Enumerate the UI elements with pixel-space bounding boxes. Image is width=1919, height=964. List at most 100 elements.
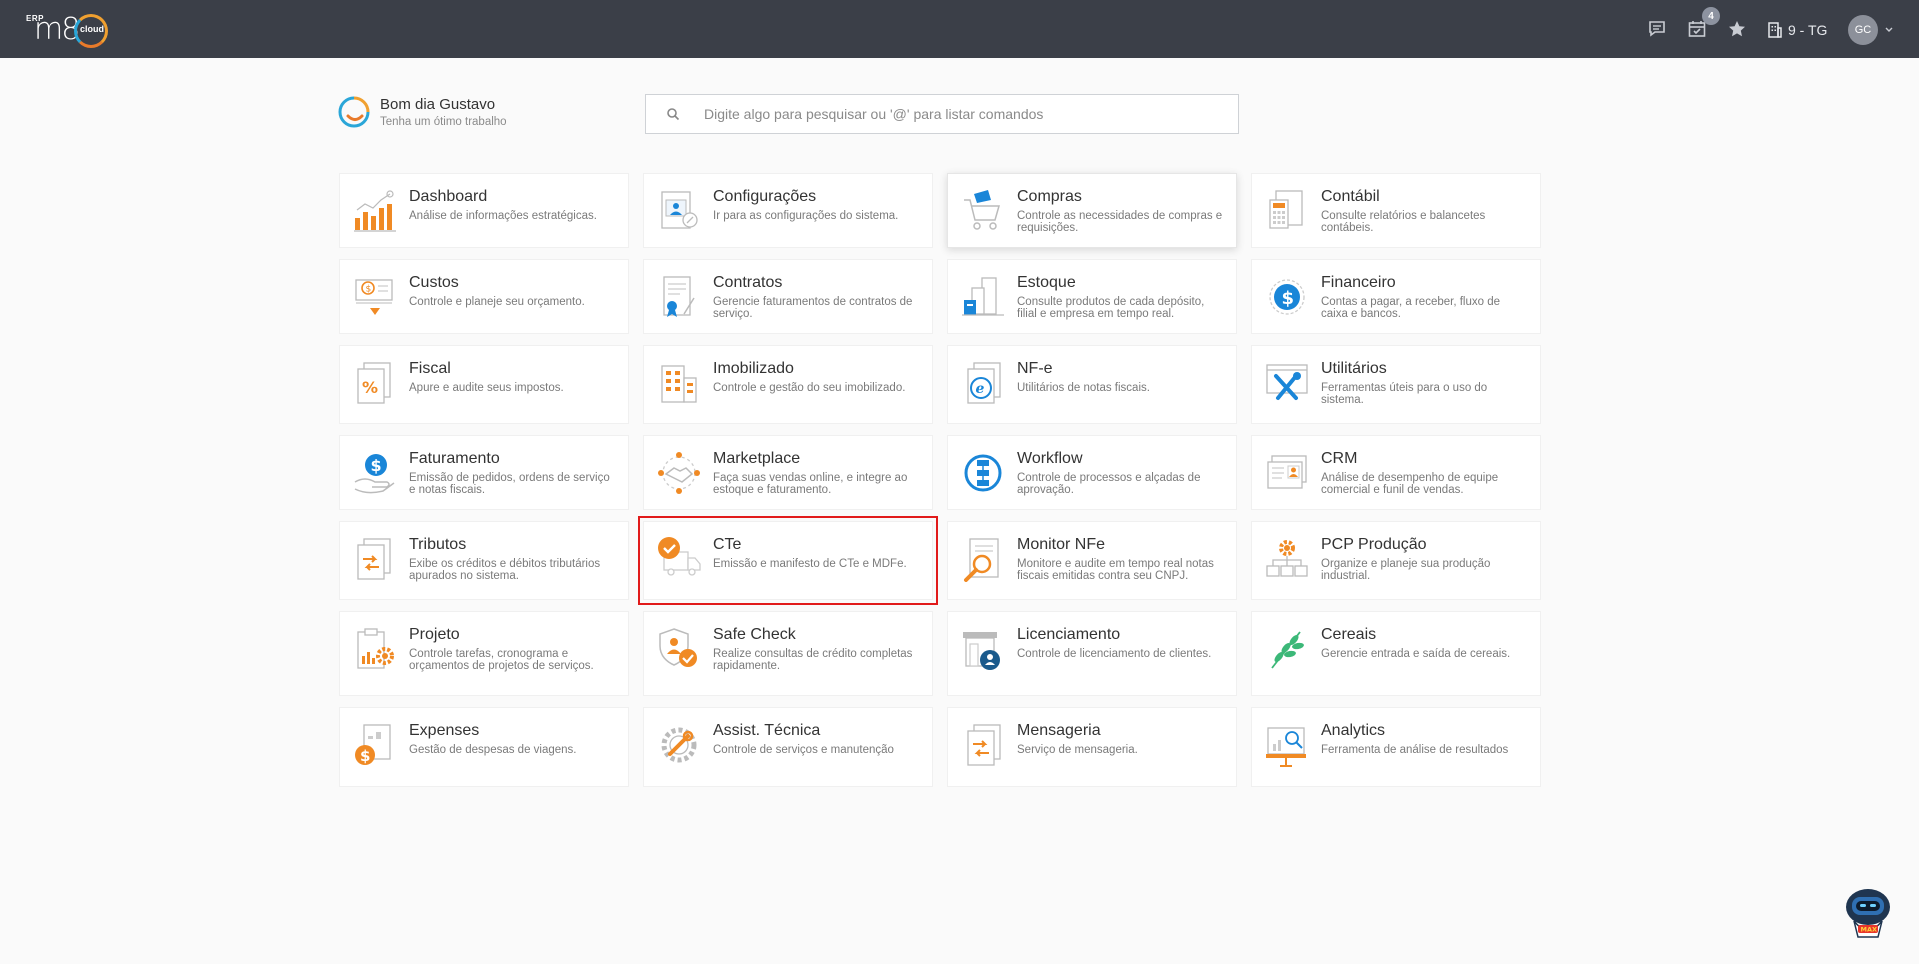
greeting: Bom dia Gustavo Tenha um ótimo trabalho [338,94,507,130]
module-desc: Realize consultas de crédito completas r… [713,648,913,672]
module-desc: Contas a pagar, a receber, fluxo de caix… [1321,296,1501,320]
module-title: Configurações [713,188,817,205]
star-icon[interactable] [1724,16,1750,42]
module-mensageria[interactable]: Mensageria Serviço de mensageria. [947,707,1237,787]
assistant-bot-icon[interactable]: MAX [1840,885,1896,941]
magnifier-document-icon [964,538,999,582]
svg-text:$: $ [366,285,372,295]
crm-profile-icon [1267,455,1307,489]
search-input[interactable] [704,106,1204,122]
messaging-document-icon [967,724,1001,766]
module-dashboard[interactable]: Dashboard Análise de informações estraté… [339,173,629,248]
module-title: Cereais [1321,626,1377,643]
module-grid: Dashboard Análise de informações estraté… [339,173,1543,787]
module-title: Contábil [1321,188,1380,205]
svg-text:$: $ [371,456,382,475]
workflow-icon [964,454,1002,492]
module-custos[interactable]: $ Custos Controle e planeje seu orçament… [339,259,629,334]
module-cte[interactable]: CTe Emissão e manifesto de CTe e MDFe. [638,516,938,605]
module-fiscal[interactable]: % Fiscal Apure e audite seus impostos. [339,345,629,424]
module-title: CTe [713,536,742,553]
user-avatar[interactable]: GC [1848,15,1878,45]
analytics-board-icon [1266,727,1306,767]
module-title: Assist. Técnica [713,722,821,739]
billing-hand-icon: $ [354,454,395,494]
module-title: PCP Produção [1321,536,1427,553]
shopping-cart-icon [964,190,1000,230]
electronic-invoice-icon: e [967,362,1001,404]
module-desc: Consulte produtos de cada depósito, fili… [1017,296,1205,320]
module-pcp-producao[interactable]: PCP Produção Organize e planeje sua prod… [1251,521,1541,600]
module-title: Analytics [1321,722,1386,739]
module-title: Expenses [409,722,480,739]
module-expenses[interactable]: $ Expenses Gestão de despesas de viagens… [339,707,629,787]
module-desc: Controle e gestão do seu imobilizado. [713,382,906,394]
module-crm[interactable]: CRM Análise de desempenho de equipe come… [1251,435,1541,510]
module-desc: Controle e planeje seu orçamento. [409,296,585,308]
module-workflow[interactable]: Workflow Controle de processos e alçadas… [947,435,1237,510]
module-desc: Ferramentas úteis para o uso do sistema. [1321,382,1488,406]
module-utilitarios[interactable]: Utilitários Ferramentas úteis para o uso… [1251,345,1541,424]
expenses-icon: $ [355,724,391,765]
wrench-gear-icon [661,727,697,763]
bar-chart-icon [354,190,396,232]
chat-icon[interactable] [1644,16,1670,42]
module-desc: Gestão de despesas de viagens. [409,744,577,756]
cost-money-icon: $ [355,279,393,315]
svg-text:$: $ [360,747,370,765]
truck-check-icon [658,537,701,576]
top-bar: ERP m8 cloud 4 9 - TG GC [0,0,1919,58]
module-desc: Apure e audite seus impostos. [409,382,564,394]
module-licenciamento[interactable]: Licenciamento Controle de licenciamento … [947,611,1237,696]
module-desc: Controle de licenciamento de clientes. [1017,648,1212,660]
module-tributos[interactable]: Tributos Exibe os créditos e débitos tri… [339,521,629,600]
percent-document-icon: % [357,362,391,404]
module-title: Custos [409,274,459,291]
module-title: Licenciamento [1017,626,1121,643]
module-title: Imobilizado [713,360,794,377]
module-nfe[interactable]: e NF-e Utilitários de notas fiscais. [947,345,1237,424]
settings-profile-icon [661,191,698,229]
module-financeiro[interactable]: $ Financeiro Contas a pagar, a receber, … [1251,259,1541,334]
tools-icon [1266,364,1308,400]
module-title: Marketplace [713,450,801,467]
module-desc: Consulte relatórios e balancetes contábe… [1321,210,1486,234]
module-contabil[interactable]: Contábil Consulte relatórios e balancete… [1251,173,1541,248]
module-projeto[interactable]: Projeto Controle tarefas, cronograma e o… [339,611,629,696]
module-desc: Gerencie entrada e saída de cereais. [1321,648,1511,660]
module-title: Projeto [409,626,460,643]
module-cereais[interactable]: Cereais Gerencie entrada e saída de cere… [1251,611,1541,696]
module-desc: Monitore e audite em tempo real notas fi… [1017,558,1214,582]
module-desc: Exibe os créditos e débitos tributários … [409,558,601,582]
chevron-down-icon[interactable] [1882,22,1896,36]
contract-icon [663,276,695,317]
module-safe-check[interactable]: Safe Check Realize consultas de crédito … [643,611,933,696]
module-title: Safe Check [713,626,796,643]
company-selector[interactable]: 9 - TG [1768,18,1827,42]
module-title: Utilitários [1321,360,1387,377]
module-title: Faturamento [409,450,500,467]
module-monitor-nfe[interactable]: Monitor NFe Monitore e audite em tempo r… [947,521,1237,600]
module-desc: Emissão e manifesto de CTe e MDFe. [713,558,907,570]
module-analytics[interactable]: Analytics Ferramenta de análise de resul… [1251,707,1541,787]
module-desc: Emissão de pedidos, ordens de serviço e … [409,472,610,496]
module-marketplace[interactable]: Marketplace Faça suas vendas online, e i… [643,435,933,510]
logo-suffix: cloud [80,24,104,34]
module-configuracoes[interactable]: Configurações Ir para as configurações d… [643,173,933,248]
module-title: Estoque [1017,274,1076,291]
module-compras[interactable]: Compras Controle as necessidades de comp… [947,173,1237,248]
calculator-document-icon [1269,190,1303,229]
handshake-icon [658,452,700,494]
module-estoque[interactable]: Estoque Consulte produtos de cada depósi… [947,259,1237,334]
module-assist-tecnica[interactable]: Assist. Técnica Controle de serviços e m… [643,707,933,787]
license-store-icon [963,632,1000,670]
company-label: 9 - TG [1788,22,1828,38]
warehouse-icon [962,277,1004,316]
module-desc: Controle as necessidades de compras e re… [1017,210,1223,234]
module-contratos[interactable]: Contratos Gerencie faturamentos de contr… [643,259,933,334]
module-imobilizado[interactable]: Imobilizado Controle e gestão do seu imo… [643,345,933,424]
module-faturamento[interactable]: $ Faturamento Emissão de pedidos, ordens… [339,435,629,510]
module-desc: Análise de informações estratégicas. [409,210,597,222]
app-logo[interactable]: ERP m8 cloud [24,10,116,52]
command-search[interactable] [645,94,1239,134]
